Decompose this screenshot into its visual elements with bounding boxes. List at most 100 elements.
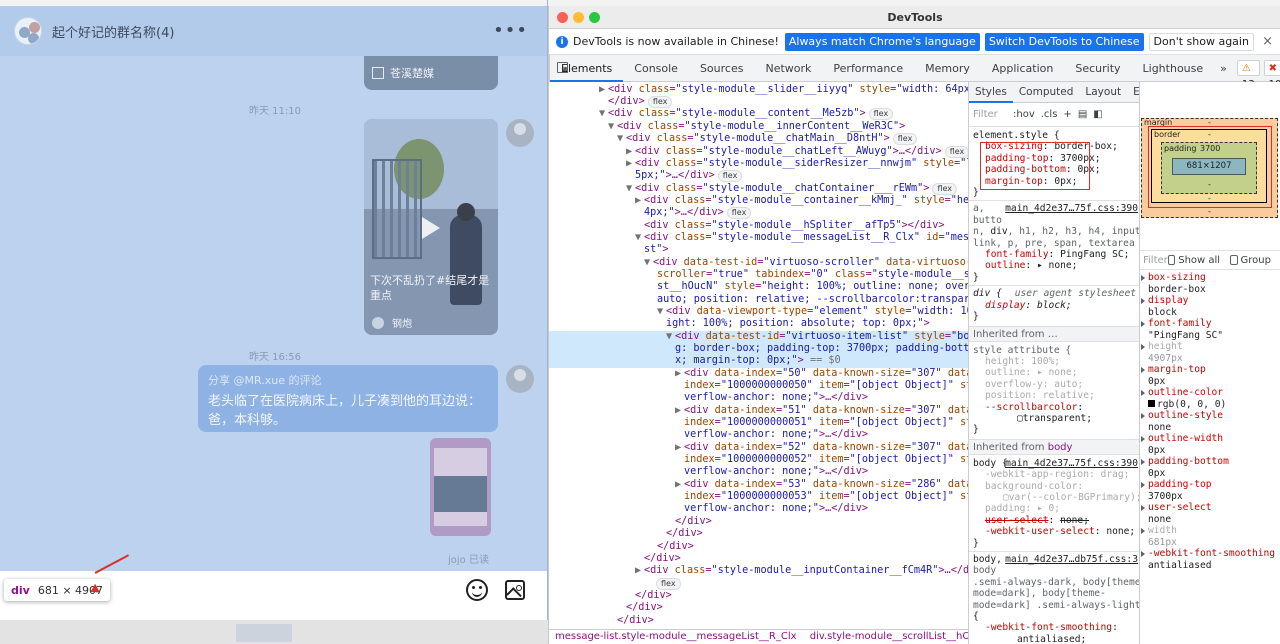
dom-node[interactable]: verflow-anchor: none;">…</div> [549,466,968,478]
group-checkbox[interactable] [1230,255,1238,265]
video-message[interactable]: 下次不乱扔了#结尾才是重点 钢炮 [364,119,498,335]
user-avatar[interactable] [506,365,534,393]
dom-node[interactable]: ▶ <div class="style-module__inputContaine… [549,565,968,577]
dom-node[interactable]: ▶ <div data-index="52" data-known-size="3… [549,442,968,454]
dom-node[interactable]: ▶ <div data-index="50" data-known-size="3… [549,368,968,380]
dom-node[interactable]: <div class="style-module__hSpliter__afTp… [549,220,968,232]
dom-node[interactable]: verflow-anchor: none;">…</div> [549,429,968,441]
dom-node[interactable]: scroller="true" tabindex="0" class="styl… [549,269,968,281]
css-rule[interactable]: main_4d2e37…75f.css:390 a, butto n, div,… [969,200,1140,283]
tab-security[interactable]: Security [1064,55,1131,82]
new-rule-icon[interactable]: + [1063,109,1071,120]
dom-node[interactable]: st"> [549,244,968,256]
computed-property[interactable]: margin-top 0px [1140,364,1280,387]
dom-node[interactable]: ▶ <div data-index="53" data-known-size="2… [549,479,968,491]
dom-node[interactable]: 4px;">…</div> flex [549,207,968,219]
breadcrumb-item[interactable]: div.style-module__scrollList__hOuc [810,631,968,642]
show-all-checkbox[interactable] [1167,255,1176,265]
shared-comment-message[interactable]: 分享 @MR.xue 的评论 老头临了在医院病床上，儿子凑到他的耳边说：爸，本科… [198,365,498,432]
computed-filter-input[interactable]: Filter [1143,255,1168,266]
tab-console[interactable]: Console [623,55,689,82]
dom-node[interactable]: </div> [549,528,968,540]
tab-sources[interactable]: Sources [689,55,755,82]
dom-node[interactable]: ight: 100%; position: absolute; top: 0px… [549,318,968,330]
more-options-icon[interactable]: ••• [493,20,528,41]
warnings-badge[interactable]: ⚠ 13 [1236,60,1260,90]
dom-node[interactable]: st__hOucN" style="height: 100%; outline:… [549,281,968,293]
dom-node[interactable]: </div> [549,541,968,553]
user-agent-rule[interactable]: user agent stylesheet div { display: blo… [969,285,1140,322]
dom-node[interactable]: index="1000000000052" item="[object Obje… [549,454,968,466]
errors-badge[interactable]: ✖ 100 [1263,60,1280,90]
dom-node[interactable]: ▼ <div class="style-module__chatContainer… [549,183,968,195]
tab-computed[interactable]: Computed [1013,82,1080,103]
dom-node[interactable]: index="1000000000053" item="[object Obje… [549,491,968,503]
dom-node[interactable]: verflow-anchor: none;">…</div> [549,392,968,404]
more-tabs-icon[interactable]: » [1214,55,1233,82]
tab-elements[interactable]: Elements [550,55,624,82]
hov-toggle[interactable]: :hov [1013,109,1035,120]
dom-node[interactable]: </div> [549,516,968,528]
dom-node[interactable]: ▶ <div class="style-module__slider__iiyyq… [549,84,968,96]
dom-node[interactable]: ▼ <div class="style-module__content__Me5z… [549,108,968,120]
elements-dom-tree[interactable]: ▶ <div class="style-module__slider__iiyyq… [549,82,968,629]
user-avatar[interactable] [506,119,534,147]
emoji-icon[interactable] [466,579,488,601]
computed-property[interactable]: outline-color rgb(0, 0, 0) [1140,387,1280,410]
close-window-icon[interactable] [557,12,568,23]
zoom-window-icon[interactable] [589,12,600,23]
css-rule[interactable]: main_4d2e37…db75f.css:3 body, body .semi… [969,551,1140,644]
dom-node[interactable]: x; margin-top: 0px;"> == $0 [549,355,968,367]
image-message[interactable] [430,438,491,536]
computed-property[interactable]: font-family "PingFang SC" [1140,318,1280,341]
computed-property[interactable]: outline-width 0px [1140,433,1280,456]
dont-show-again-button[interactable]: Don't show again [1148,32,1254,51]
dom-node[interactable]: ▼ <div class="style-module__innerContent_… [549,121,968,133]
close-icon[interactable]: × [1262,34,1273,49]
tab-layout[interactable]: Layout [1079,82,1127,103]
computed-property[interactable]: padding-bottom 0px [1140,456,1280,479]
group-avatar[interactable] [14,17,42,45]
dom-node[interactable]: ▼ <div data-viewport-type="element" style… [549,306,968,318]
breadcrumb-item[interactable]: message-list.style-module__messageList__… [555,631,797,642]
styles-filter-input[interactable]: Filter [973,109,1013,120]
dom-node[interactable]: </div> [549,602,968,614]
computed-property[interactable]: user-select none [1140,502,1280,525]
dom-node[interactable]: 5px;">…</div> flex [549,170,968,182]
message-bubble-image[interactable]: 苍溪楚媒 [364,56,498,90]
style-attribute-rule[interactable]: style attribute { height: 100%; outline:… [969,342,1140,436]
tab-lighthouse[interactable]: Lighthouse [1132,55,1215,82]
dom-node[interactable]: verflow-anchor: none;">…</div> [549,503,968,515]
computed-property[interactable]: width 681px [1140,525,1280,548]
dom-node[interactable]: flex [549,578,968,590]
element-style-rule[interactable]: element.style { box-sizing: border-box; … [969,127,1140,198]
dom-node[interactable]: ▶ <div class="style-module__siderResizer_… [549,158,968,170]
dom-node[interactable]: ▼ <div class="style-module__messageList__… [549,232,968,244]
dom-node[interactable]: </div> [549,553,968,565]
tab-network[interactable]: Network [754,55,822,82]
dom-node[interactable]: </div> flex [549,96,968,108]
dom-node[interactable]: index="1000000000051" item="[object Obje… [549,417,968,429]
cls-toggle[interactable]: .cls [1041,109,1058,120]
play-icon[interactable] [422,217,440,239]
dom-node[interactable]: </div> [549,590,968,602]
paint-icon[interactable]: ▤ [1078,109,1087,120]
dom-node[interactable]: auto; position: relative; --scrollbarcol… [549,294,968,306]
dom-node[interactable]: ▶ <div class="style-module__chatLeft__AWu… [549,146,968,158]
image-upload-icon[interactable] [505,580,525,600]
switch-chinese-button[interactable]: Switch DevTools to Chinese [984,32,1144,51]
sidebar-toggle-icon[interactable]: ◧ [1093,109,1102,120]
dom-node[interactable]: ▶ <div data-index="51" data-known-size="3… [549,405,968,417]
computed-property[interactable]: padding-top 3700px [1140,479,1280,502]
tab-performance[interactable]: Performance [822,55,914,82]
tab-styles[interactable]: Styles [969,82,1013,103]
dom-node[interactable]: g: border-box; padding-top: 3700px; padd… [549,343,968,355]
group-title[interactable]: 起个好记的群名称(4) [52,22,174,41]
minimize-window-icon[interactable] [573,12,584,23]
computed-property[interactable]: display block [1140,295,1280,318]
dom-node[interactable]: ▶ <div class="style-module__container__kM… [549,195,968,207]
color-swatch[interactable] [1148,400,1155,407]
dom-node[interactable]: ▼ <div class="style-module__chatMain__D8n… [549,133,968,145]
dom-node[interactable]: ▼ <div data-test-id="virtuoso-scroller" d… [549,257,968,269]
computed-property[interactable]: height 4907px [1140,341,1280,364]
